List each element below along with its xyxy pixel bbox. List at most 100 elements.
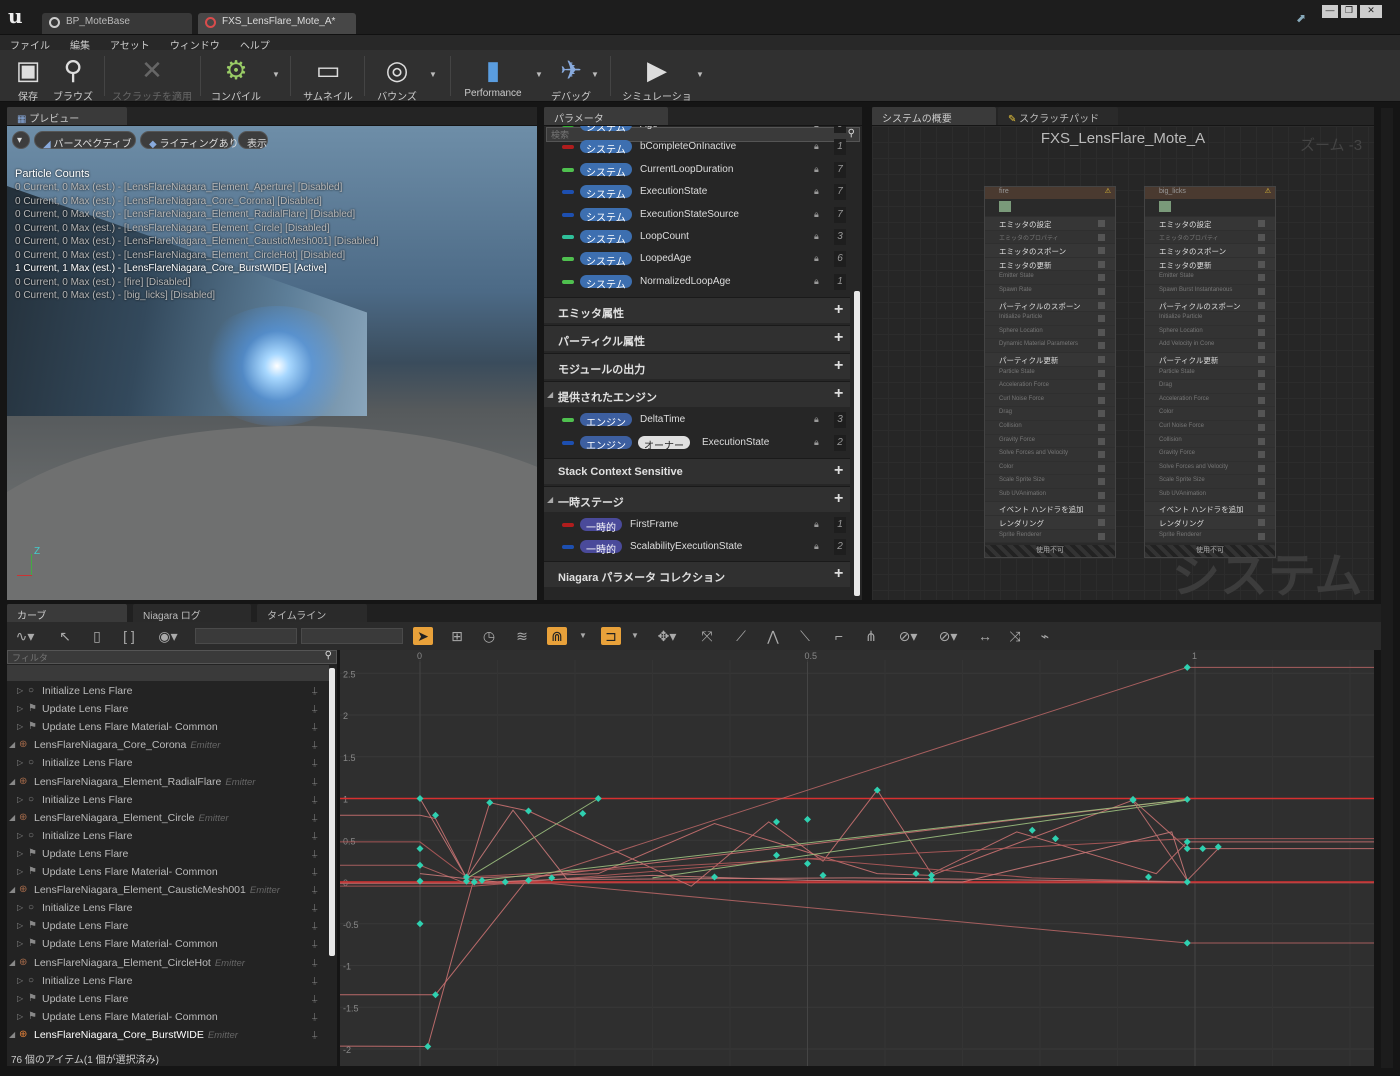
- emitter-module-row[interactable]: Drag: [985, 407, 1115, 421]
- category-emitter_attr[interactable]: エミッタ属性 +: [544, 297, 850, 324]
- curve-module-row[interactable]: ▷ ⚑ Update Lens Flare Material- Common ⍊: [7, 1008, 329, 1026]
- pin-icon[interactable]: ⍊: [312, 866, 317, 877]
- emitter-module-row[interactable]: パーティクルのスポーン: [1145, 298, 1275, 313]
- enable-checkbox[interactable]: [1098, 315, 1105, 323]
- pin-icon[interactable]: ⍊: [312, 757, 317, 768]
- expand-arrow-icon[interactable]: ◢: [9, 1030, 15, 1039]
- add-plus-icon[interactable]: +: [834, 385, 843, 403]
- curve-emitter-row[interactable]: ◢ ⊕ LensFlareNiagara_Element_CausticMesh00…: [7, 881, 329, 899]
- enable-checkbox[interactable]: [1098, 464, 1105, 472]
- emitter-module-row[interactable]: レンダリング: [985, 516, 1115, 530]
- emitter-module-row[interactable]: Emitter State: [985, 271, 1115, 285]
- param-row[interactable]: システム bCompleteOnInactive 🔒︎ 1: [544, 136, 850, 158]
- emitter-module-row[interactable]: Gravity Force: [1145, 448, 1275, 462]
- collapsed-arrow-icon[interactable]: ▷: [17, 1012, 23, 1021]
- enable-checkbox[interactable]: [1098, 491, 1105, 499]
- emitter-module-row[interactable]: Initialize Particle: [1145, 312, 1275, 326]
- category-engine[interactable]: ◢ 提供されたエンジン +: [544, 381, 850, 408]
- unreal-logo-icon[interactable]: u: [8, 4, 26, 28]
- expand-arrow-icon[interactable]: ◢: [9, 958, 15, 967]
- value-snap-icon[interactable]: ≋: [512, 627, 532, 645]
- tab-system-overview[interactable]: システムの概要: [872, 107, 996, 125]
- emitter-module-row[interactable]: Sphere Location: [985, 325, 1115, 340]
- bounds-options-chevron-down-icon[interactable]: ▼: [429, 70, 437, 79]
- constant-tangents-icon[interactable]: ⌐: [829, 627, 849, 645]
- curve-filter-box[interactable]: ⚲: [7, 650, 337, 664]
- emitter-module-row[interactable]: Scale Sprite Size: [985, 475, 1115, 489]
- debug-button[interactable]: ✈ デバッグ: [548, 50, 594, 103]
- enable-checkbox[interactable]: [1098, 287, 1105, 295]
- curve-module-row[interactable]: ▷ ○ Initialize Lens Flare ⍊: [7, 827, 329, 845]
- category-stack_context[interactable]: Stack Context Sensitive +: [544, 458, 850, 484]
- enable-checkbox[interactable]: [1258, 287, 1265, 295]
- curve-graph-svg[interactable]: 2.521.510.50-0.5-1-1.5-200.51: [340, 650, 1374, 1066]
- show-button[interactable]: 表示: [238, 131, 268, 150]
- curve-emitter-row[interactable]: ◢ ⊕ LensFlareNiagara_Core_Corona Emitter ⍊: [7, 736, 329, 754]
- enable-checkbox[interactable]: [1098, 396, 1105, 404]
- curve-module-row[interactable]: ▷ ⚑ Update Lens Flare Material- Common ⍊: [7, 718, 329, 736]
- emitter-module-row[interactable]: Sub UVAnimation: [985, 488, 1115, 503]
- enable-checkbox[interactable]: [1098, 423, 1105, 431]
- curve-module-row[interactable]: ▷ ⚑ Update Lens Flare ⍊: [7, 990, 329, 1008]
- category-transient[interactable]: ◢ 一時ステージ +: [544, 486, 850, 512]
- pin-icon[interactable]: ⍊: [312, 830, 317, 841]
- preview-viewport[interactable]: ▾ ◢ パースペクティブ ◆ ライティングあり 表示 Particle Coun…: [7, 126, 537, 600]
- add-plus-icon[interactable]: +: [834, 301, 843, 319]
- magnet-options-chevron-down-icon[interactable]: ▼: [577, 627, 589, 645]
- enable-checkbox[interactable]: [1098, 355, 1105, 363]
- pin-icon[interactable]: ⍊: [312, 938, 317, 949]
- emitter-module-row[interactable]: エミッタのプロパティ: [1145, 230, 1275, 245]
- weighted-tangents-icon[interactable]: ⋔: [861, 627, 881, 645]
- transform-mode-icon[interactable]: ▯: [87, 627, 107, 645]
- tab-timeline[interactable]: タイムライン: [257, 604, 367, 622]
- collapsed-arrow-icon[interactable]: ▷: [17, 994, 23, 1003]
- curve-module-row[interactable]: ▷ ⚑ Update Lens Flare Material- Common ⍊: [7, 935, 329, 953]
- pin-icon[interactable]: ⍊: [312, 739, 317, 750]
- enable-checkbox[interactable]: [1258, 274, 1265, 282]
- enable-checkbox[interactable]: [1098, 342, 1105, 350]
- collapsed-arrow-icon[interactable]: ▷: [17, 849, 23, 858]
- move-icon[interactable]: ✥▾: [651, 627, 683, 645]
- enable-checkbox[interactable]: [1258, 505, 1265, 513]
- enable-checkbox[interactable]: [1258, 301, 1265, 309]
- flatten-tangents-icon[interactable]: ⤧: [697, 627, 717, 645]
- curve-view-mode-icon[interactable]: ∿▾: [11, 627, 39, 645]
- expand-arrow-icon[interactable]: ◢: [9, 740, 15, 749]
- emitter-module-row[interactable]: エミッタの更新: [1145, 257, 1275, 272]
- add-plus-icon[interactable]: +: [834, 329, 843, 347]
- enable-checkbox[interactable]: [1098, 328, 1105, 336]
- retime-mode-icon[interactable]: [ ]: [119, 627, 139, 645]
- collapsed-arrow-icon[interactable]: ▷: [17, 722, 23, 731]
- emitter-module-row[interactable]: Add Velocity in Cone: [1145, 339, 1275, 353]
- save-button[interactable]: ▣ 保存: [10, 50, 46, 103]
- emitter-module-row[interactable]: Color: [1145, 407, 1275, 421]
- auto-tangents-icon[interactable]: ⋀: [763, 627, 783, 645]
- collapsed-arrow-icon[interactable]: ▷: [17, 921, 23, 930]
- apply-scratch-button[interactable]: ✕ スクラッチを適用: [112, 50, 192, 103]
- expand-arrow-icon[interactable]: ◢: [9, 813, 15, 822]
- pointer-tool-icon[interactable]: ➤: [413, 627, 433, 645]
- curve-filter-icon[interactable]: ⊘▾: [893, 627, 923, 645]
- select-mode-icon[interactable]: ↖: [55, 627, 75, 645]
- feedback-icon[interactable]: ⬈: [1296, 11, 1306, 25]
- minimize-button[interactable]: —: [1322, 5, 1338, 18]
- time-input[interactable]: [195, 628, 297, 644]
- emitter-module-row[interactable]: Dynamic Material Parameters: [985, 339, 1115, 353]
- enable-checkbox[interactable]: [1258, 315, 1265, 323]
- emitter-module-row[interactable]: Spawn Rate: [985, 284, 1115, 299]
- emitter-module-row[interactable]: Sprite Renderer: [985, 529, 1115, 544]
- emitter-header[interactable]: fire ⚠: [985, 187, 1115, 199]
- enable-checkbox[interactable]: [1098, 410, 1105, 418]
- emitter-module-row[interactable]: Scale Sprite Size: [1145, 475, 1275, 489]
- enable-checkbox[interactable]: [1258, 396, 1265, 404]
- enable-checkbox[interactable]: [1098, 451, 1105, 459]
- category-module_output[interactable]: モジュールの出力 +: [544, 353, 850, 380]
- pin-icon[interactable]: ⍊: [312, 721, 317, 732]
- add-plus-icon[interactable]: +: [834, 462, 843, 480]
- emitter-module-row[interactable]: エミッタの更新: [985, 257, 1115, 272]
- emitter-module-row[interactable]: Curl Noise Force: [1145, 420, 1275, 435]
- param-row[interactable]: システム Age 🔒︎ 0: [544, 126, 850, 136]
- performance-button[interactable]: ▮ Performance: [460, 50, 526, 102]
- add-plus-icon[interactable]: +: [834, 565, 843, 583]
- pin-icon[interactable]: ⍊: [312, 957, 317, 968]
